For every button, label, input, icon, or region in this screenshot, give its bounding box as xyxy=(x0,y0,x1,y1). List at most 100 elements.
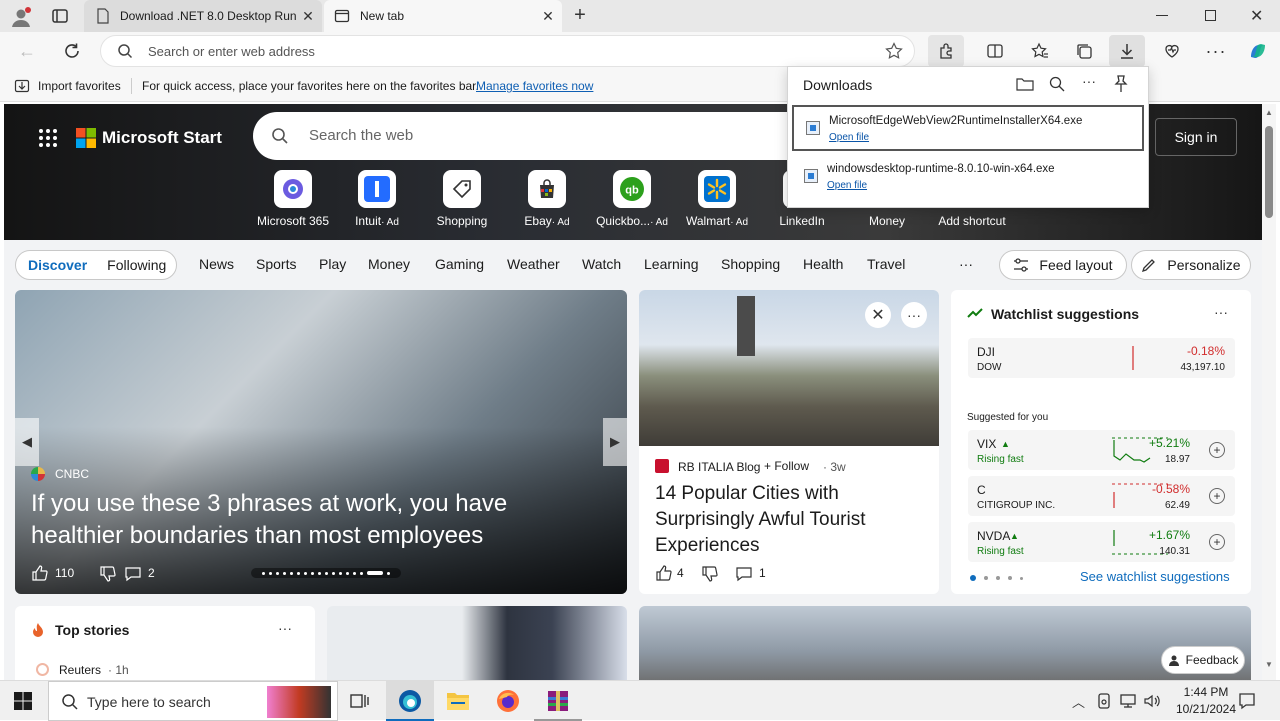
back-arrow-icon[interactable]: ← xyxy=(12,36,42,66)
comment-icon[interactable] xyxy=(124,565,142,583)
page-scrollbar[interactable]: ▲ ▼ xyxy=(1262,104,1276,680)
carousel-next-icon[interactable]: ▶ xyxy=(603,418,627,466)
shortcut-microsoft-365[interactable]: Microsoft 365 xyxy=(253,170,333,228)
restore-icon[interactable] xyxy=(1205,10,1216,21)
carousel-prev-icon[interactable]: ◀ xyxy=(15,418,39,466)
feedback-button[interactable]: Feedback xyxy=(1161,646,1245,674)
card-more-icon[interactable]: ··· xyxy=(901,302,927,328)
like-icon[interactable] xyxy=(31,564,49,582)
personalize-button[interactable]: Personalize xyxy=(1131,250,1251,280)
nav-travel[interactable]: Travel xyxy=(867,256,905,272)
close-window-icon[interactable]: ✕ xyxy=(1250,6,1263,26)
favorites-icon[interactable] xyxy=(1025,36,1055,66)
nav-shopping[interactable]: Shopping xyxy=(721,256,780,272)
download-item[interactable]: MicrosoftEdgeWebView2RuntimeInstallerX64… xyxy=(792,105,1144,151)
story-headline[interactable]: 14 Popular Cities with Surprisingly Awfu… xyxy=(655,481,925,559)
minimize-icon[interactable] xyxy=(1156,15,1168,16)
extensions-icon[interactable] xyxy=(928,35,964,67)
scrollbar-thumb[interactable] xyxy=(1265,126,1273,218)
tab-actions-icon[interactable] xyxy=(51,7,69,25)
watchlist-more-icon[interactable]: ··· xyxy=(1214,304,1228,320)
close-tab-icon[interactable]: ✕ xyxy=(300,8,316,24)
nav-learning[interactable]: Learning xyxy=(644,256,699,272)
tab-following[interactable]: Following xyxy=(107,257,166,273)
download-item[interactable]: windowsdesktop-runtime-8.0.10-win-x64.ex… xyxy=(792,155,1144,201)
split-screen-icon[interactable] xyxy=(980,36,1010,66)
copilot-icon[interactable] xyxy=(1243,36,1273,66)
story-card-ferris-wheel[interactable]: Feedback xyxy=(639,606,1251,680)
top-stories-more-icon[interactable]: ··· xyxy=(278,620,292,636)
story-headline[interactable]: If you use these 3 phrases at work, you … xyxy=(31,488,571,552)
network-icon[interactable] xyxy=(1119,693,1137,709)
volume-icon[interactable] xyxy=(1143,693,1161,709)
tab-dotnet[interactable]: Download .NET 8.0 Desktop Runt ✕ xyxy=(84,0,322,32)
downloads-icon[interactable] xyxy=(1109,35,1145,67)
shortcut-quickbooks[interactable]: qb Quickbo...· Ad xyxy=(592,170,672,228)
shortcut-intuit[interactable]: Intuit· Ad xyxy=(337,170,417,228)
stock-row-c[interactable]: C CITIGROUP INC. -0.58% 62.49 + xyxy=(968,476,1235,516)
new-tab-plus-icon[interactable]: + xyxy=(570,5,590,26)
apps-grid-icon[interactable] xyxy=(38,128,58,148)
stock-row-dji[interactable]: DJI DOW -0.18% 43,197.10 xyxy=(968,338,1235,378)
dismiss-icon[interactable]: ✕ xyxy=(865,302,891,328)
profile-icon[interactable] xyxy=(10,6,32,28)
side-story-card[interactable]: ✕ ··· RB ITALIA Blog + Follow · 3w 14 Po… xyxy=(639,290,939,594)
clock-time[interactable]: 1:44 PM xyxy=(1168,685,1244,699)
comment-icon[interactable] xyxy=(735,565,753,583)
add-to-watchlist-icon[interactable]: + xyxy=(1209,488,1225,504)
open-folder-icon[interactable] xyxy=(1016,76,1034,92)
device-icon[interactable] xyxy=(1096,693,1112,709)
nav-weather[interactable]: Weather xyxy=(507,256,560,272)
watchlist-pagination[interactable] xyxy=(970,575,1023,581)
tab-discover[interactable]: Discover xyxy=(28,257,87,273)
browser-essentials-icon[interactable] xyxy=(1157,36,1187,66)
manage-favorites-link[interactable]: Manage favorites now xyxy=(476,79,593,93)
web-search-box[interactable]: Search the web xyxy=(253,112,793,160)
dislike-icon[interactable] xyxy=(99,565,117,583)
search-downloads-icon[interactable] xyxy=(1049,76,1065,92)
follow-button[interactable]: + Follow xyxy=(764,459,809,473)
like-icon[interactable] xyxy=(655,564,673,582)
pin-icon[interactable] xyxy=(1113,75,1129,93)
shortcut-walmart[interactable]: Walmart· Ad xyxy=(677,170,757,228)
see-watchlist-link[interactable]: See watchlist suggestions xyxy=(1080,569,1230,584)
stock-row-vix[interactable]: VIX ▲ Rising fast +5.21% 18.97 + xyxy=(968,430,1235,470)
collections-icon[interactable] xyxy=(1069,36,1099,66)
import-favorites-button[interactable]: Import favorites xyxy=(38,79,121,93)
tab-new-tab[interactable]: New tab ✕ xyxy=(324,0,562,32)
story-card-image[interactable] xyxy=(327,606,627,680)
nav-health[interactable]: Health xyxy=(803,256,843,272)
sign-in-button[interactable]: Sign in xyxy=(1155,118,1237,156)
winrar-icon[interactable] xyxy=(534,681,582,721)
windows-start-icon[interactable] xyxy=(14,692,32,710)
firefox-icon[interactable] xyxy=(496,689,520,713)
nav-play[interactable]: Play xyxy=(319,256,346,272)
file-explorer-icon[interactable] xyxy=(446,690,470,712)
address-bar[interactable]: Search or enter web address xyxy=(100,35,915,67)
nav-gaming[interactable]: Gaming xyxy=(435,256,484,272)
stock-row-nvda[interactable]: NVDA ▲ Rising fast +1.67% 140.31 + xyxy=(968,522,1235,562)
nav-sports[interactable]: Sports xyxy=(256,256,296,272)
favorite-star-icon[interactable] xyxy=(885,42,903,60)
shortcut-shopping[interactable]: Shopping xyxy=(422,170,502,228)
nav-money[interactable]: Money xyxy=(368,256,410,272)
close-tab-icon[interactable]: ✕ xyxy=(540,8,556,24)
edge-taskbar-icon[interactable] xyxy=(386,681,434,721)
show-hidden-icons[interactable]: ︿ xyxy=(1072,692,1085,711)
scroll-down-icon[interactable]: ▼ xyxy=(1265,660,1273,669)
downloads-more-icon[interactable]: ··· xyxy=(1082,73,1096,89)
nav-news[interactable]: News xyxy=(199,256,234,272)
settings-more-icon[interactable]: ··· xyxy=(1201,36,1231,66)
notifications-icon[interactable] xyxy=(1238,692,1256,710)
nav-watch[interactable]: Watch xyxy=(582,256,621,272)
open-file-link[interactable]: Open file xyxy=(827,180,867,191)
refresh-icon[interactable] xyxy=(57,36,87,66)
nav-more-button[interactable]: ··· xyxy=(959,256,973,272)
dislike-icon[interactable] xyxy=(701,565,719,583)
taskbar-search-box[interactable]: Type here to search xyxy=(48,681,338,721)
carousel-indicator[interactable] xyxy=(251,568,401,578)
feed-layout-button[interactable]: Feed layout xyxy=(999,250,1127,280)
main-story-card[interactable]: ◀ ▶ CNBC If you use these 3 phrases at w… xyxy=(15,290,627,594)
open-file-link[interactable]: Open file xyxy=(829,132,869,143)
task-view-icon[interactable] xyxy=(350,692,370,710)
